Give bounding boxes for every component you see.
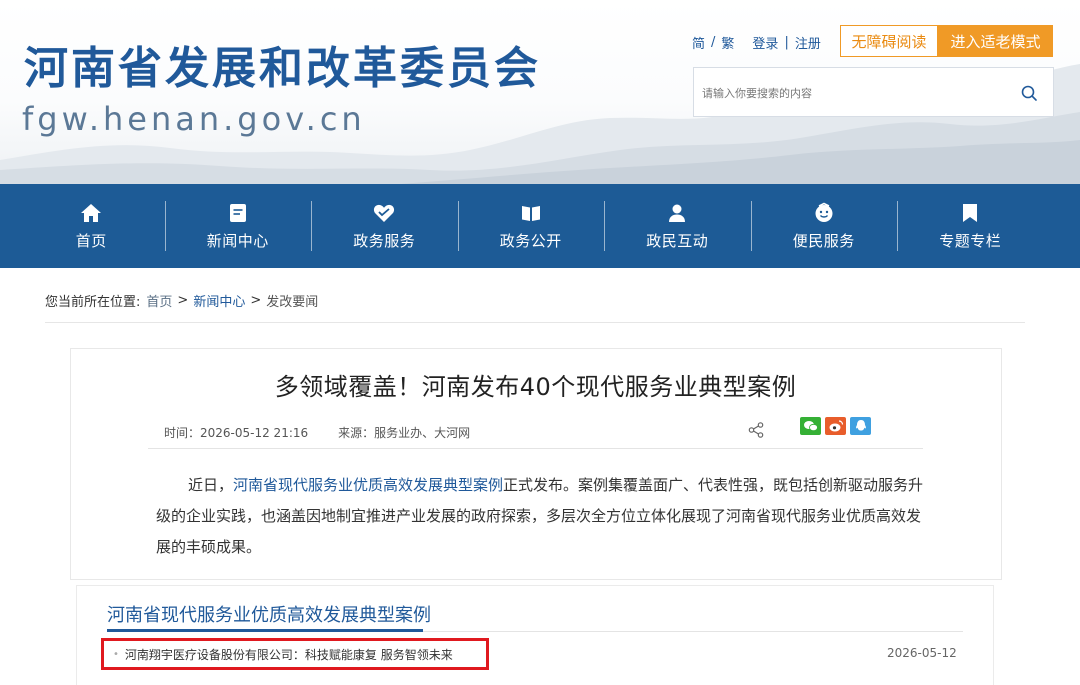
highlight-box [101, 638, 489, 670]
handshake-heart-icon [373, 202, 395, 224]
share-icon[interactable] [747, 421, 765, 439]
article-body: 近日，河南省现代服务业优质高效发展典型案例正式发布。案例集覆盖面广、代表性强，既… [156, 470, 926, 563]
breadcrumb-current: 发改要闻 [266, 295, 319, 310]
nav-item-news[interactable]: 新闻中心 [164, 184, 312, 268]
open-book-icon [520, 202, 542, 224]
site-title: 河南省发展和改革委员会 [24, 43, 541, 94]
breadcrumb-separator: > [177, 293, 189, 308]
article-meta: 时间：2026-05-12 21:16 来源：服务业办、大河网 [164, 424, 470, 441]
case-list-heading: 河南省现代服务业优质高效发展典型案例 [107, 605, 431, 626]
case-collection-link[interactable]: 河南省现代服务业优质高效发展典型案例 [233, 476, 503, 494]
divider [45, 322, 1025, 323]
nav-label: 政民互动 [646, 231, 709, 250]
case-item-date: 2026-05-12 [887, 646, 957, 660]
wechat-share-icon[interactable] [800, 417, 821, 435]
main-nav: 首页 新闻中心 政务服务 政务公开 政民互动 便民服务 专题专栏 [0, 184, 1080, 268]
search-box [693, 67, 1054, 117]
simplified-chinese-link[interactable]: 简 [692, 33, 705, 52]
traditional-chinese-link[interactable]: 繁 [721, 33, 734, 52]
accessible-reading-button[interactable]: 无障碍阅读 [840, 25, 938, 57]
social-share-group [800, 417, 871, 435]
search-input[interactable] [702, 82, 1002, 104]
article-body-lead: 近日， [188, 476, 234, 494]
article-title: 多领域覆盖！河南发布40个现代服务业典型案例 [274, 373, 797, 401]
elder-mode-button[interactable]: 进入适老模式 [938, 25, 1053, 57]
nav-label: 便民服务 [792, 231, 855, 250]
nav-label: 政务公开 [499, 231, 562, 250]
breadcrumb-home-link[interactable]: 首页 [146, 291, 172, 310]
divider [148, 448, 923, 449]
article-source: 来源：服务业办、大河网 [338, 426, 471, 440]
weibo-share-icon[interactable] [825, 417, 846, 435]
login-link[interactable]: 登录 [752, 33, 778, 52]
nav-item-home[interactable]: 首页 [18, 184, 165, 268]
article-time: 时间：2026-05-12 21:16 [164, 426, 309, 440]
bookmark-icon [959, 202, 981, 224]
top-links: 简 / 繁 登录 | 注册 [692, 33, 821, 52]
register-link[interactable]: 注册 [795, 33, 821, 52]
nav-item-topics[interactable]: 专题专栏 [897, 184, 1044, 268]
heading-underline [107, 629, 423, 632]
news-icon [227, 202, 249, 224]
nav-item-open-affairs[interactable]: 政务公开 [457, 184, 605, 268]
auth-separator: | [784, 35, 789, 50]
nav-label: 新闻中心 [206, 231, 269, 250]
breadcrumb: 您当前所在位置: 首页 > 新闻中心 > 发改要闻 [45, 291, 318, 310]
nav-label: 专题专栏 [939, 231, 1002, 250]
users-icon [666, 202, 688, 224]
site-domain: fgw.henan.gov.cn [22, 100, 366, 138]
nav-item-services[interactable]: 政务服务 [311, 184, 458, 268]
lang-separator: / [711, 35, 716, 50]
nav-label: 政务服务 [353, 231, 416, 250]
nav-label: 首页 [75, 231, 107, 250]
smile-face-icon [813, 202, 835, 224]
breadcrumb-news-link[interactable]: 新闻中心 [193, 291, 245, 310]
case-list-panel [76, 585, 994, 685]
qq-share-icon[interactable] [850, 417, 871, 435]
nav-item-convenience[interactable]: 便民服务 [750, 184, 898, 268]
breadcrumb-separator: > [250, 293, 262, 308]
nav-item-interaction[interactable]: 政民互动 [604, 184, 751, 268]
breadcrumb-prefix: 您当前所在位置: [45, 295, 141, 310]
home-icon [80, 202, 102, 224]
header-banner: 河南省发展和改革委员会 fgw.henan.gov.cn 简 / 繁 登录 | … [0, 0, 1080, 184]
search-icon[interactable] [1019, 83, 1039, 103]
